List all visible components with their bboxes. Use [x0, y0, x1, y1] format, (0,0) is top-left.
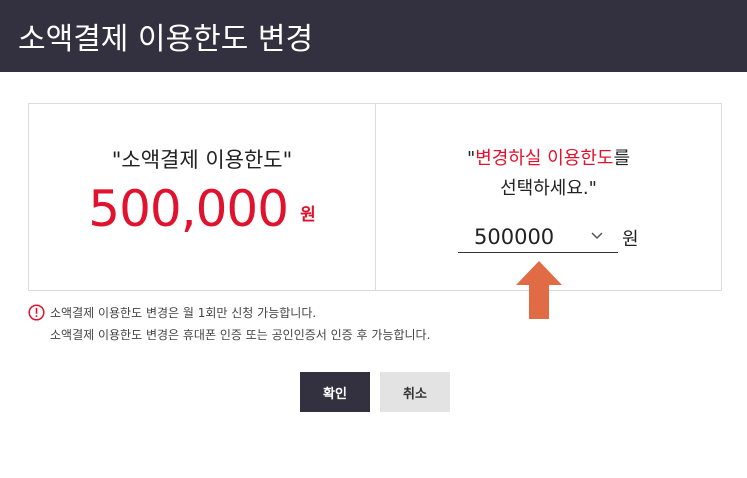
limit-select[interactable]: 500000: [458, 224, 618, 253]
prompt-highlight: 변경하실 이용한도: [475, 148, 614, 169]
current-limit-amount: 500,000: [88, 180, 289, 238]
current-limit-section: "소액결제 이용한도" 500,000 원: [29, 104, 376, 290]
chevron-down-icon: [591, 232, 603, 240]
notice-item: 소액결제 이용한도 변경은 휴대폰 인증 또는 공인인증서 인증 후 가능합니다…: [28, 324, 430, 346]
current-limit-label: "소액결제 이용한도": [111, 148, 293, 172]
limit-select-value: 500000: [474, 225, 555, 249]
limit-select-unit: 원: [622, 229, 639, 250]
change-limit-prompt: "변경하실 이용한도를 선택하세요.": [376, 144, 721, 204]
limit-panel: "소액결제 이용한도" 500,000 원 "변경하실 이용한도를 선택하세요."…: [28, 103, 722, 291]
page-title: 소액결제 이용한도 변경: [18, 22, 314, 57]
notice-list: 소액결제 이용한도 변경은 월 1회만 신청 가능합니다. 소액결제 이용한도 …: [28, 302, 430, 346]
cancel-button[interactable]: 취소: [380, 372, 450, 412]
prompt-quote: ": [466, 148, 476, 169]
prompt-line2: 선택하세요.": [500, 178, 597, 199]
notice-item: 소액결제 이용한도 변경은 월 1회만 신청 가능합니다.: [28, 302, 430, 324]
current-limit-unit: 원: [300, 205, 316, 225]
notice-text: 소액결제 이용한도 변경은 월 1회만 신청 가능합니다.: [50, 306, 317, 320]
notice-text: 소액결제 이용한도 변경은 휴대폰 인증 또는 공인인증서 인증 후 가능합니다…: [50, 328, 431, 342]
arrow-up-icon: [516, 261, 562, 319]
current-limit-value: 500,000 원: [29, 180, 375, 238]
dialog-header: 소액결제 이용한도 변경: [0, 0, 747, 72]
confirm-button[interactable]: 확인: [300, 372, 370, 412]
alert-circle-icon: [28, 304, 45, 321]
prompt-suffix: 를: [613, 148, 631, 169]
